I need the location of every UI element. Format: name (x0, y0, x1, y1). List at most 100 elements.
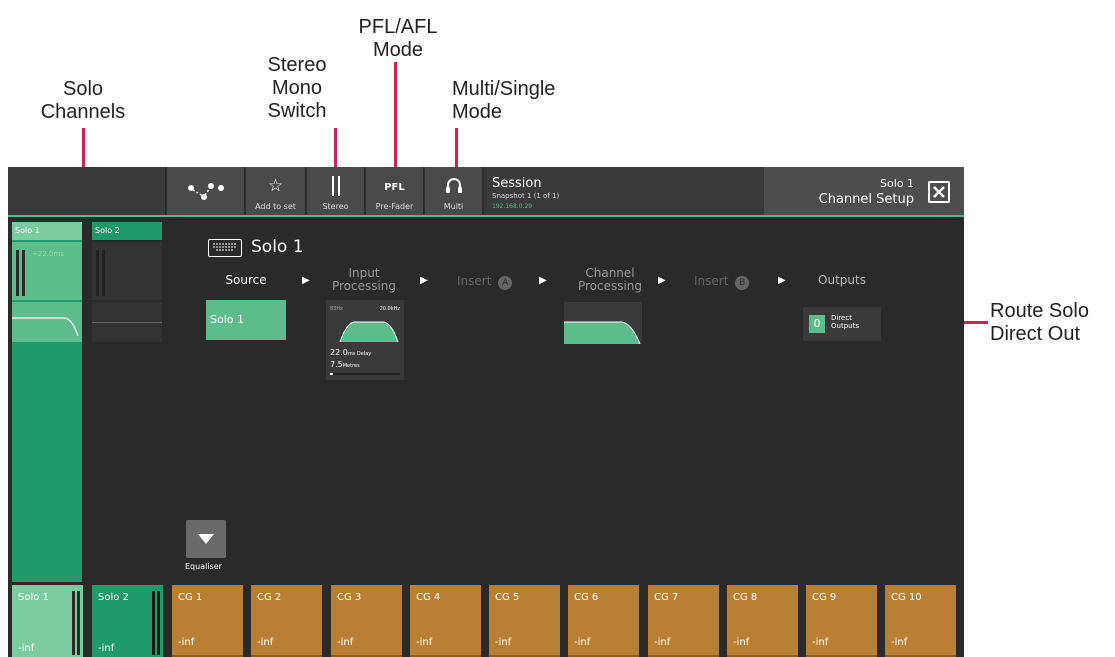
solo1-fader-meter-r (77, 591, 80, 655)
arrow-icon-4: ▶ (658, 275, 666, 286)
solo2-strip-label: Solo 2 (95, 226, 120, 235)
insert-b-label: Insert B (694, 274, 750, 290)
callout-pfl-afl: PFL/AFL Mode (358, 16, 438, 61)
cg-fader[interactable]: CG 1 -inf (172, 585, 243, 657)
arrow-icon-1: ▶ (302, 275, 310, 286)
headphones-icon (446, 178, 462, 193)
app-window: ☆ Add to set Stereo PFL Pre-Fader Multi … (8, 167, 964, 657)
solo2-eq-line (92, 322, 162, 323)
channel-icon (208, 239, 242, 257)
source-button[interactable]: Solo 1 (206, 300, 286, 340)
solo2-meter-left (96, 250, 99, 296)
cg-fader-name: CG 3 (337, 592, 362, 603)
solo2-eq-thumb[interactable] (92, 302, 162, 342)
cg-fader[interactable]: CG 2 -inf (251, 585, 322, 657)
channel-processing-label: Channel Processing (577, 266, 643, 293)
close-button[interactable] (928, 181, 950, 203)
solo1-strip-label: Solo 1 (15, 226, 40, 235)
solo2-meter-area (92, 242, 162, 300)
source-value: Solo 1 (210, 313, 244, 326)
channel-name: Solo 1 (251, 237, 304, 257)
star-icon: ☆ (267, 176, 284, 196)
cg-fader-value: -inf (733, 637, 750, 648)
hpf-value: 83Hz (330, 306, 343, 312)
lpf-value: 20.0kHz (379, 306, 400, 312)
distance-slider-fill (330, 373, 333, 375)
solo1-strip[interactable]: Solo 1 +22.0ms (12, 222, 82, 582)
routing-icon (188, 183, 224, 200)
pfl-afl-button[interactable]: PFL Pre-Fader (366, 167, 424, 215)
add-to-set-label: Add to set (255, 202, 296, 211)
solo1-fader[interactable]: Solo 1 -inf (12, 585, 83, 657)
session-title: Session (492, 176, 542, 191)
keyboard-icon (213, 243, 236, 251)
cg-fader-name: CG 2 (257, 592, 282, 603)
callout-route-solo: Route Solo Direct Out (990, 300, 1089, 345)
close-icon (933, 186, 945, 198)
equaliser-label: Equaliser (185, 562, 222, 571)
add-to-set-button[interactable]: ☆ Add to set (246, 167, 306, 215)
arrow-icon-2: ▶ (420, 275, 428, 286)
cg-fader[interactable]: CG 10 -inf (885, 585, 956, 657)
stereo-mono-button[interactable]: Stereo (307, 167, 365, 215)
multi-single-button[interactable]: Multi (425, 167, 483, 215)
solo1-strip-header: Solo 1 (12, 222, 82, 240)
setup-title: Channel Setup (818, 192, 914, 207)
setup-channel-name: Solo 1 (880, 177, 914, 190)
arrow-icon-5: ▶ (778, 275, 786, 286)
cg-fader-value: -inf (257, 637, 274, 648)
cg-fader-value: -inf (574, 637, 591, 648)
solo2-fader[interactable]: Solo 2 -inf (92, 585, 163, 657)
callout-line-pfl-afl (394, 62, 397, 178)
distance-slider[interactable] (330, 373, 400, 375)
solo1-meter-right (22, 250, 25, 296)
cg-fader-name: CG 10 (891, 592, 922, 603)
pfl-text: PFL (384, 182, 405, 193)
cg-fader-value: -inf (495, 637, 512, 648)
cg-fader[interactable]: CG 8 -inf (727, 585, 798, 657)
solo1-meter-left (16, 250, 19, 296)
cg-fader-value: -inf (891, 637, 908, 648)
equaliser-button[interactable] (186, 520, 226, 558)
stereo-label: Stereo (322, 202, 349, 211)
cg-fader[interactable]: CG 3 -inf (331, 585, 402, 657)
solo1-eq-curve (12, 317, 79, 337)
solo2-meter-right (102, 250, 105, 296)
distance-readout: 7.5Metres (330, 360, 360, 369)
direct-outputs-label: Direct Outputs (831, 314, 859, 330)
direct-output-count: 0 (809, 315, 825, 333)
outputs-label: Outputs (818, 273, 866, 287)
arrow-icon-3: ▶ (539, 275, 547, 286)
solo1-delay-readout: +22.0ms (32, 250, 64, 258)
pre-fader-label: Pre-Fader (375, 202, 414, 211)
cg-fader[interactable]: CG 5 -inf (489, 585, 560, 657)
channel-setup-header: Solo 1 Channel Setup (764, 167, 964, 215)
input-filter-curve (326, 321, 399, 342)
cg-fader-name: CG 8 (733, 592, 758, 603)
insert-a-badge: A (498, 276, 513, 290)
snapshot-label: Snapshot 1 (1 of 1) (492, 192, 560, 200)
cg-fader[interactable]: CG 7 -inf (648, 585, 719, 657)
source-label: Source (225, 273, 267, 287)
solo1-fader-name: Solo 1 (18, 592, 49, 603)
solo1-eq-thumb[interactable] (12, 302, 82, 342)
input-processing-panel[interactable]: 83Hz 20.0kHz 22.0ms Delay 7.5Metres (326, 300, 404, 380)
solo1-meter-area: +22.0ms (12, 242, 82, 300)
channel-processing-panel[interactable] (564, 302, 642, 345)
top-bar: ☆ Add to set Stereo PFL Pre-Fader Multi … (8, 167, 964, 217)
solo2-strip[interactable]: Solo 2 (92, 222, 162, 582)
cg-fader-name: CG 9 (812, 592, 837, 603)
chevron-down-icon (198, 534, 214, 544)
insert-a-label: Insert A (457, 274, 513, 290)
cg-fader[interactable]: CG 9 -inf (806, 585, 877, 657)
cg-fader[interactable]: CG 4 -inf (410, 585, 481, 657)
cg-fader-value: -inf (812, 637, 829, 648)
direct-outputs-button[interactable]: 0 Direct Outputs (803, 307, 881, 341)
cg-fader[interactable]: CG 6 -inf (568, 585, 639, 657)
session-panel[interactable]: Session Snapshot 1 (1 of 1) 192.168.0.29 (484, 167, 764, 215)
insert-b-badge: B (735, 276, 750, 290)
routing-button[interactable] (167, 167, 245, 215)
cg-fader-name: CG 1 (178, 592, 203, 603)
cg-fader-value: -inf (178, 637, 195, 648)
stereo-icon (332, 176, 340, 196)
